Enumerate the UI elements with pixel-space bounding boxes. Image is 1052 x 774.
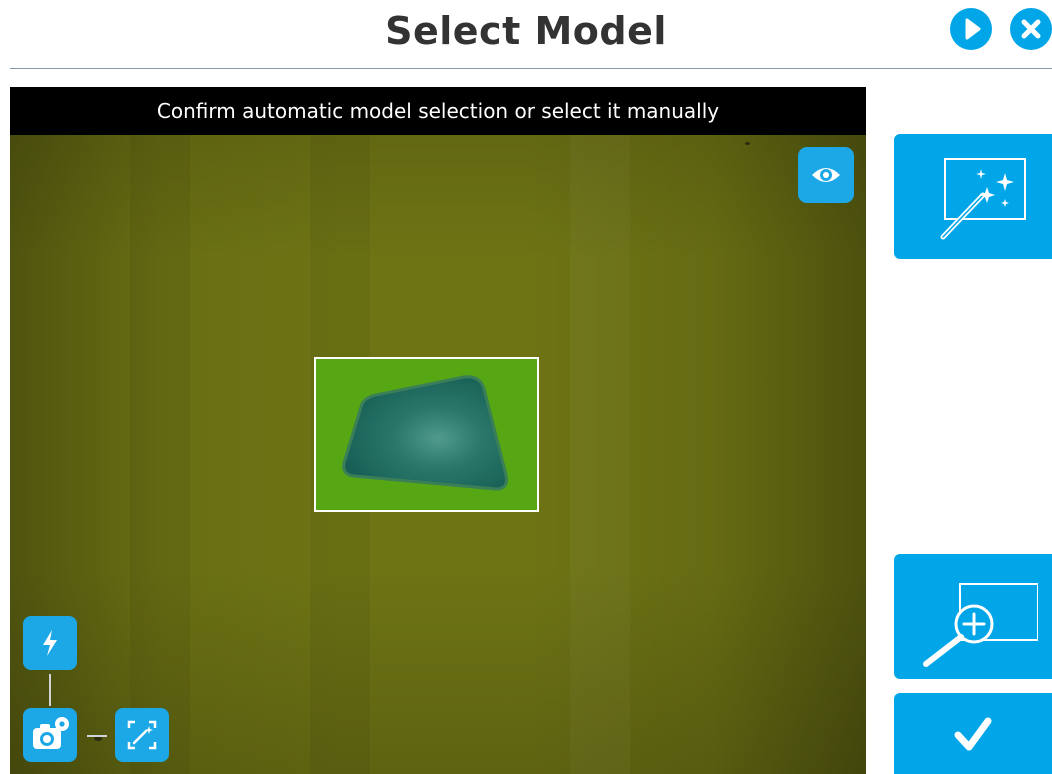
model-selection-box[interactable]	[314, 357, 539, 512]
eye-icon	[812, 168, 840, 182]
checkmark-icon	[954, 717, 992, 750]
auto-select-button[interactable]	[894, 134, 1052, 259]
zoom-in-icon	[923, 583, 1038, 667]
play-icon	[965, 18, 981, 40]
magic-wand-sparkles-icon	[940, 157, 1026, 239]
close-button[interactable]	[1010, 8, 1052, 50]
dust-speck	[745, 142, 750, 145]
flash-button[interactable]	[23, 616, 77, 670]
confirm-button[interactable]	[894, 693, 1052, 774]
connector-line	[49, 674, 51, 706]
toggle-view-button[interactable]	[798, 147, 854, 203]
camera-settings-button[interactable]	[23, 708, 77, 762]
next-button[interactable]	[950, 8, 992, 50]
instruction-banner: Confirm automatic model selection or sel…	[10, 87, 866, 135]
auto-frame-button[interactable]	[115, 708, 169, 762]
page-title: Select Model	[385, 9, 667, 53]
sensor-stripe	[570, 135, 630, 774]
close-icon	[1021, 19, 1041, 39]
flash-icon	[43, 630, 57, 656]
header-divider	[10, 68, 1052, 69]
camera-settings-icon	[33, 717, 69, 749]
sensor-stripe	[130, 135, 190, 774]
magic-frame-icon	[127, 720, 157, 750]
connector-line	[87, 735, 107, 737]
zoom-select-button[interactable]	[894, 554, 1052, 679]
detected-part	[342, 375, 508, 491]
camera-view[interactable]: Confirm automatic model selection or sel…	[10, 87, 866, 774]
